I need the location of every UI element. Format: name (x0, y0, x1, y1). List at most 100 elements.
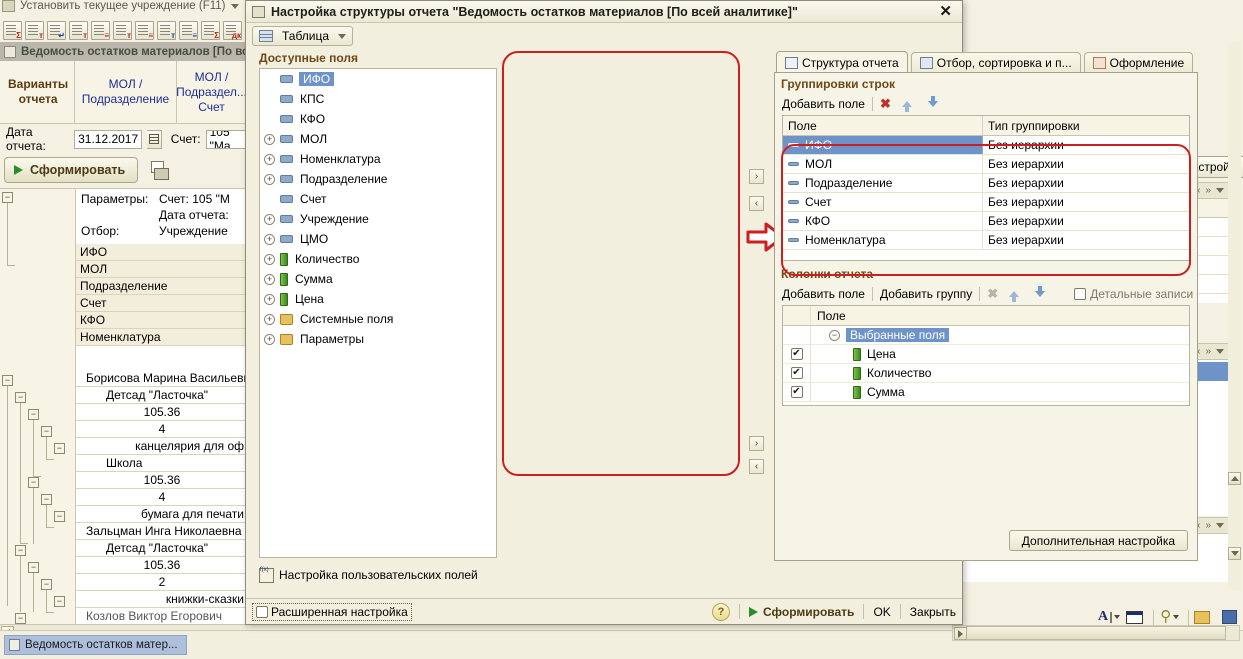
grouping-row[interactable]: Подразделение Без иерархии (783, 174, 1189, 193)
available-field-row[interactable]: КФО (260, 109, 496, 129)
expand-icon[interactable]: + (264, 253, 275, 265)
report-columns-grid[interactable]: Поле − Выбранные поля ✔ Цена ✔ Количеств… (782, 305, 1190, 406)
report-data-row[interactable]: 105.36 (76, 404, 248, 421)
close-button[interactable]: Закрыть (910, 605, 956, 619)
add-field-button[interactable]: Добавить поле (782, 97, 865, 111)
move-left-button-2[interactable]: ‹ (749, 459, 764, 474)
group-node[interactable]: − (15, 613, 26, 624)
column-checkbox[interactable]: ✔ (790, 386, 803, 398)
panel-menu-chevron-icon[interactable] (1216, 523, 1224, 528)
report-data-row[interactable]: бумага для печати (76, 506, 248, 523)
calendar-icon[interactable] (147, 129, 162, 149)
account-input[interactable]: 105 "Ma (205, 129, 249, 149)
available-field-row[interactable]: + ЦМО (260, 229, 496, 249)
available-field-row[interactable]: + Учреждение (260, 209, 496, 229)
column-row[interactable]: ✔ Сумма (783, 383, 1189, 402)
column-row[interactable]: ✔ Количество (783, 364, 1189, 383)
group-node[interactable]: − (41, 579, 52, 590)
report-data-row[interactable]: Зальцман Инга Николаевна (76, 523, 248, 540)
available-field-row[interactable]: + Параметры (260, 329, 496, 349)
expand-icon[interactable]: + (264, 333, 275, 345)
report-data-row[interactable]: 105.36 (76, 557, 248, 574)
taskbar-button-report[interactable]: Ведомость остатков матер... (4, 635, 187, 655)
available-field-row[interactable]: КПС (260, 89, 496, 109)
collapse-icon[interactable]: − (829, 329, 840, 341)
report-data-row[interactable]: Козлов Виктор Егорович (76, 608, 248, 624)
add-group-button[interactable]: Добавить группу (880, 287, 972, 301)
group-node[interactable]: − (28, 562, 39, 573)
additional-settings-button[interactable]: Дополнительная настройка (1008, 530, 1188, 551)
move-up-icon[interactable] (1009, 291, 1020, 302)
expand-icon[interactable]: + (264, 153, 275, 165)
print-settings-icon[interactable] (150, 161, 170, 180)
available-field-row[interactable]: + Номенклатура (260, 149, 496, 169)
available-field-row[interactable]: + Подразделение (260, 169, 496, 189)
grouping-row[interactable]: КФО Без иерархии (783, 212, 1189, 231)
toolbar-icon-4[interactable]: т (69, 20, 88, 40)
generate-report-button[interactable]: Сформировать (4, 157, 139, 183)
grouping-row[interactable]: Номенклатура Без иерархии (783, 231, 1189, 250)
expand-icon[interactable]: + (264, 293, 275, 305)
move-right-button-2[interactable]: › (749, 436, 764, 451)
expand-right-icon[interactable]: » (1205, 520, 1211, 531)
group-node[interactable]: − (54, 511, 65, 522)
expand-right-icon[interactable]: » (1205, 346, 1211, 357)
tab-filter-sort[interactable]: Отбор, сортировка и п... (910, 52, 1081, 73)
available-field-row[interactable]: + Системные поля (260, 309, 496, 329)
toolbar-icon-3[interactable]: ↵ (47, 20, 66, 40)
scroll-down-icon[interactable] (1228, 547, 1241, 560)
expand-right-icon[interactable]: » (1205, 185, 1211, 196)
font-settings-icon[interactable]: A (1098, 607, 1121, 627)
toolbar-icon-8[interactable]: т (157, 20, 176, 40)
variant-tab-1[interactable]: МОЛ / Подразделение (75, 61, 177, 124)
dialog-generate-button[interactable]: Сформировать (749, 605, 854, 619)
toolbar-icon-6[interactable]: т (113, 20, 132, 40)
group-node[interactable]: − (28, 477, 39, 488)
output-mode-dropdown[interactable]: Таблица (252, 26, 354, 46)
toolbar-icon-7[interactable]: ≡ (135, 20, 154, 40)
chevron-down-icon[interactable] (338, 33, 347, 39)
extended-settings-box[interactable] (256, 605, 268, 618)
column-group-row[interactable]: − Выбранные поля (783, 326, 1189, 345)
report-data-row[interactable]: канцелярия для оф (76, 438, 248, 455)
column-checkbox[interactable]: ✔ (790, 367, 803, 379)
toolbar-icon-11[interactable]: дк (223, 20, 242, 40)
report-data-row[interactable]: 105.36 (76, 472, 248, 489)
group-node[interactable]: − (54, 443, 65, 454)
report-data-row[interactable]: 4 (76, 489, 248, 506)
expand-icon[interactable]: + (264, 233, 275, 245)
add-field-button[interactable]: Добавить поле (782, 287, 865, 301)
tab-report-structure[interactable]: Структура отчета (776, 51, 908, 73)
grouping-row[interactable]: МОЛ Без иерархии (783, 155, 1189, 174)
move-down-icon[interactable] (1035, 286, 1046, 297)
group-node[interactable]: − (2, 375, 13, 386)
available-field-row[interactable]: ИФО (260, 69, 496, 89)
row-groupings-grid[interactable]: Поле Тип группировки ИФО Без иерархии МО… (782, 115, 1190, 261)
report-data-row[interactable]: Детсад "Ласточка" (76, 387, 248, 404)
report-data-row[interactable]: 2 (76, 574, 248, 591)
panel-menu-chevron-icon[interactable] (1216, 188, 1224, 193)
toolbar-icon-9[interactable]: ≡ (179, 20, 198, 40)
move-down-icon[interactable] (927, 96, 938, 107)
move-left-button[interactable]: ‹ (749, 196, 764, 211)
table-settings-icon[interactable] (1126, 607, 1147, 627)
scroll-up-icon[interactable] (1228, 472, 1241, 485)
panel-menu-chevron-icon[interactable] (1216, 349, 1224, 354)
delete-icon[interactable]: ✖ (880, 96, 891, 112)
report-date-input[interactable]: 31.12.2017 (74, 129, 143, 149)
expand-icon[interactable]: + (264, 273, 275, 285)
report-data-row[interactable]: 4 (76, 421, 248, 438)
expand-icon[interactable]: + (264, 173, 275, 185)
available-field-row[interactable]: + Количество (260, 249, 496, 269)
column-row[interactable]: ✔ Цена (783, 345, 1189, 364)
expand-icon[interactable]: + (264, 213, 275, 225)
detail-records-box[interactable] (1074, 288, 1087, 300)
move-up-icon[interactable] (901, 101, 912, 112)
grouping-row[interactable]: Счет Без иерархии (783, 193, 1189, 212)
group-node[interactable]: − (2, 192, 13, 203)
toolbar-icon-1[interactable]: Σ (3, 20, 22, 40)
group-node[interactable]: − (41, 494, 52, 505)
user-fields-settings-link[interactable]: Настройка пользовательских полей (259, 563, 497, 587)
grouping-row[interactable]: ИФО Без иерархии (783, 136, 1189, 155)
report-data-row[interactable]: Борисова Марина Васильевна (76, 370, 248, 387)
